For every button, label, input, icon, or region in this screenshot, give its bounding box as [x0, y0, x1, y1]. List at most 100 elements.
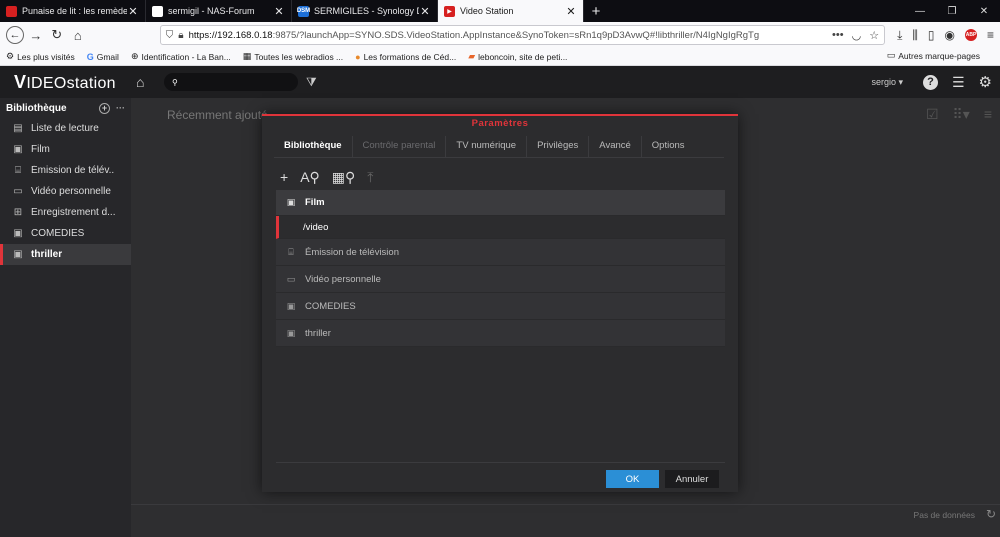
list-item-label: Film: [305, 197, 325, 208]
library-icon[interactable]: ⫼: [912, 28, 918, 43]
forward-arrow-icon[interactable]: →: [27, 26, 45, 44]
sidebar-item-recording[interactable]: ⊞ Enregistrement d...: [0, 202, 131, 223]
search-input[interactable]: ⚲: [164, 73, 298, 91]
search-icon: ⚲: [172, 77, 178, 87]
upload-icon[interactable]: ⤒: [367, 169, 373, 186]
add-icon[interactable]: +: [280, 169, 288, 185]
rename-search-icon[interactable]: A⚲: [300, 169, 320, 186]
sidebar-item-tv-show[interactable]: ⌸ Émission de télév...: [0, 160, 131, 181]
playlist-icon: ▤: [13, 123, 23, 134]
scan-search-icon[interactable]: ▦⚲: [332, 169, 355, 186]
select-checkbox-icon[interactable]: ☑: [926, 106, 939, 123]
list-item-comedies[interactable]: ▣ COMEDIES: [276, 293, 725, 320]
list-settings-icon[interactable]: ☰: [952, 74, 965, 91]
recording-icon: ⊞: [13, 207, 23, 218]
sidebar-item-home-video[interactable]: ▭ Vidéo personnelle: [0, 181, 131, 202]
close-icon[interactable]: ✕: [565, 5, 577, 18]
home-icon[interactable]: ⌂: [136, 74, 156, 90]
tab-advanced[interactable]: Avancé: [589, 136, 642, 158]
dialog-title: Paramètres: [471, 118, 529, 129]
reload-icon[interactable]: ↻: [48, 26, 66, 44]
list-item-tv-show[interactable]: ⌸ Émission de télévision: [276, 239, 725, 266]
film-icon: ▣: [286, 327, 296, 338]
home-icon[interactable]: ⌂: [69, 26, 87, 44]
no-data-text: Pas de données: [913, 510, 975, 520]
close-icon[interactable]: ✕: [273, 5, 285, 18]
sidebar-icon[interactable]: ▯: [928, 28, 935, 42]
tab-privileges[interactable]: Privilèges: [527, 136, 590, 158]
adblock-icon[interactable]: ABP: [965, 29, 977, 41]
close-window-icon[interactable]: ✕: [968, 0, 1000, 22]
menu-icon[interactable]: ≡: [987, 28, 994, 42]
browser-tab-video-station[interactable]: ▶ Video Station ✕: [438, 0, 584, 22]
tab-favicon-icon: [152, 5, 163, 17]
app-header-right: sergio ▾ ? ☰ ⚙: [871, 66, 992, 98]
browser-tab-nas-forum[interactable]: sermigil - NAS-Forum ✕: [146, 0, 292, 22]
account-icon[interactable]: ◉: [945, 28, 955, 42]
bookmark-gmail[interactable]: G Gmail: [87, 52, 119, 62]
list-item-home-video[interactable]: ▭ Vidéo personnelle: [276, 266, 725, 293]
tab-favicon-icon: ▶: [444, 5, 455, 17]
sidebar-item-label: thriller: [31, 249, 63, 260]
bookmark-formations[interactable]: ● Les formations de Céd...: [355, 52, 456, 62]
list-item-path[interactable]: /video: [276, 216, 725, 239]
more-dots-icon[interactable]: •••: [832, 29, 844, 42]
more-icon[interactable]: ···: [116, 103, 125, 113]
filter-icon[interactable]: ⧩: [306, 75, 317, 90]
ok-button[interactable]: OK: [606, 470, 659, 488]
camera-icon: ▭: [286, 273, 296, 284]
tab-label: SERMIGILES - Synology DiskSta: [314, 6, 419, 16]
radio-icon: ▦: [242, 51, 252, 61]
tab-options[interactable]: Options: [642, 136, 695, 158]
close-icon[interactable]: ✕: [127, 5, 139, 18]
back-arrow-icon[interactable]: ←: [6, 26, 24, 44]
url-bar[interactable]: ⛉ 🔒︎ https://192.168.0.18:9875/?launchAp…: [159, 25, 886, 45]
sidebar-item-comedies[interactable]: ▣ COMEDIES: [0, 223, 131, 244]
tab-library[interactable]: Bibliothèque: [274, 136, 353, 158]
bookmark-most-visited[interactable]: ⚙ Les plus visités: [6, 51, 75, 62]
sidebar-item-playlist[interactable]: ▤ Liste de lecture: [0, 118, 131, 139]
sidebar-item-thriller[interactable]: ▣ thriller: [0, 244, 131, 265]
shield-icon[interactable]: ⛉: [166, 30, 174, 41]
user-menu[interactable]: sergio ▾: [871, 77, 903, 88]
add-library-icon[interactable]: +: [99, 102, 110, 114]
list-item-label: /video: [303, 221, 329, 233]
logo-text: IDEOstation: [26, 74, 116, 92]
new-tab-button[interactable]: +: [584, 0, 608, 22]
film-icon: ▣: [13, 144, 23, 155]
browser-nav-bar: ← → ↻ ⌂ ⛉ 🔒︎ https://192.168.0.18:9875/?…: [0, 22, 1000, 48]
list-item-label: thriller: [305, 327, 331, 339]
browser-tab-punaise[interactable]: Punaise de lit : les remèdes de ✕: [0, 0, 146, 22]
url-text[interactable]: https://192.168.0.18:9875/?launchApp=SYN…: [189, 30, 832, 41]
sort-icon[interactable]: ≡: [984, 106, 992, 123]
browser-tab-diskstation[interactable]: DSM SERMIGILES - Synology DiskSta ✕: [292, 0, 438, 22]
folder-icon: ▭: [886, 50, 896, 60]
list-item-label: Émission de télévision: [305, 246, 399, 258]
url-host: https://192.168.0.18: [188, 29, 273, 41]
sidebar-item-film[interactable]: ▣ Film: [0, 139, 131, 160]
star-icon[interactable]: ☆: [869, 29, 879, 42]
refresh-icon[interactable]: ↻: [986, 507, 996, 521]
bookmark-leboncoin[interactable]: ▰ leboncoin, site de peti...: [468, 51, 567, 62]
bookmark-identification[interactable]: ⊕ Identification - La Ban...: [131, 51, 231, 62]
tab-parental-control[interactable]: Contrôle parental: [353, 136, 447, 158]
close-icon[interactable]: ✕: [419, 5, 431, 18]
grid-view-icon[interactable]: ⠿▾: [953, 106, 970, 123]
tab-digital-tv[interactable]: TV numérique: [446, 136, 528, 158]
bookmark-webradios[interactable]: ▦ Toutes les webradios ...: [243, 51, 343, 62]
pocket-icon[interactable]: ◡: [852, 29, 862, 42]
gear-icon[interactable]: ⚙: [979, 73, 992, 91]
list-item-film[interactable]: ▣ Film: [276, 190, 725, 216]
maximize-icon[interactable]: ❐: [936, 0, 968, 22]
help-icon[interactable]: ?: [922, 74, 938, 90]
minimize-icon[interactable]: —: [904, 0, 936, 22]
bookmark-other[interactable]: ▭ Autres marque-pages: [887, 50, 980, 61]
bookmark-label: Les plus visités: [17, 51, 75, 62]
sidebar-header: Bibliothèque + ···: [0, 98, 131, 118]
download-icon[interactable]: ⤓: [897, 28, 902, 43]
bookmarks-bar: ⚙ Les plus visités G Gmail ⊕ Identification…: [0, 48, 1000, 66]
logo-letter: V: [14, 71, 27, 92]
cancel-button[interactable]: Annuler: [665, 470, 719, 488]
list-item-thriller[interactable]: ▣ thriller: [276, 320, 725, 347]
lock-warning-icon[interactable]: 🔒︎: [178, 30, 183, 41]
